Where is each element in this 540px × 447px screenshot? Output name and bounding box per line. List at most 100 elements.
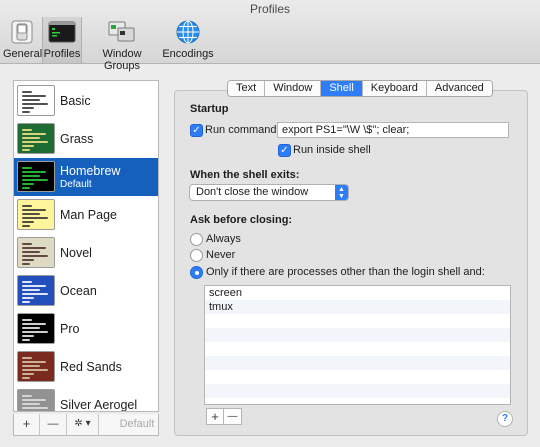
thumbnail-text-line — [22, 377, 30, 379]
run-inside-shell-checkbox[interactable]: ✓ — [278, 144, 291, 157]
remove-process-button[interactable]: — — [224, 409, 241, 424]
chevron-updown-icon: ▲ ▼ — [335, 185, 348, 200]
thumbnail-text-line — [22, 221, 34, 223]
add-process-button[interactable]: + — [207, 409, 225, 424]
profile-thumbnail — [17, 237, 55, 268]
shell-exit-popup[interactable]: Don't close the window ▲ ▼ — [189, 184, 349, 201]
radio-only-if-processes[interactable] — [190, 266, 203, 279]
thumbnail-text-line — [22, 91, 32, 93]
profile-item-novel[interactable]: Novel — [14, 234, 158, 272]
empty-row — [205, 328, 510, 342]
tab-text[interactable]: Text — [228, 81, 266, 96]
profile-item-grass[interactable]: Grass — [14, 120, 158, 158]
shell-exit-selected: Don't close the window — [196, 186, 309, 198]
toolbar-window-groups-label: Window Groups — [102, 48, 142, 72]
add-profile-button[interactable]: + — [14, 414, 40, 435]
profile-list: Basic Grass Homebrew Default Man Page No… — [13, 80, 159, 412]
tab-shell[interactable]: Shell — [321, 81, 363, 96]
gear-menu-button[interactable]: ✲ ▾ — [67, 414, 99, 435]
empty-row — [205, 370, 510, 384]
help-button[interactable]: ? — [497, 411, 513, 427]
radio-never[interactable] — [190, 249, 203, 262]
toolbar-window-groups[interactable]: Window Groups — [84, 17, 160, 72]
thumbnail-text-line — [22, 293, 48, 295]
tab-window[interactable]: Window — [265, 81, 322, 96]
tab-advanced[interactable]: Advanced — [426, 81, 492, 96]
window-toolbar: Profiles General Profiles Window Groups — [0, 0, 540, 72]
profile-item-ocean[interactable]: Ocean — [14, 272, 158, 310]
tab-keyboard[interactable]: Keyboard — [362, 81, 427, 96]
empty-row — [205, 384, 510, 398]
thumbnail-text-line — [22, 301, 30, 303]
thumbnail-text-line — [22, 255, 48, 257]
profile-thumbnail — [17, 161, 55, 192]
remove-profile-button[interactable]: — — [40, 414, 67, 435]
profile-item-red-sands[interactable]: Red Sands — [14, 348, 158, 386]
thumbnail-text-line — [22, 103, 48, 105]
thumbnail-text-line — [22, 175, 40, 177]
thumbnail-text-line — [22, 259, 34, 261]
radio-always[interactable] — [190, 233, 203, 246]
toolbar-encodings-label: Encodings — [162, 48, 214, 60]
run-command-label: Run command: — [205, 124, 280, 136]
thumbnail-text-line — [22, 399, 46, 401]
profile-list-toolbar: + — ✲ ▾ Default — [13, 414, 159, 436]
process-list[interactable]: screen tmux — [204, 285, 511, 405]
profile-item-pro[interactable]: Pro — [14, 310, 158, 348]
profile-thumbnail — [17, 275, 55, 306]
thumbnail-text-line — [22, 369, 48, 371]
profile-item-basic[interactable]: Basic — [14, 82, 158, 120]
thumbnail-text-line — [22, 225, 30, 227]
radio-only-if-processes-label: Only if there are processes other than t… — [206, 266, 485, 278]
thumbnail-text-line — [22, 107, 34, 109]
thumbnail-text-line — [22, 395, 32, 397]
thumbnail-text-line — [22, 407, 48, 409]
thumbnail-text-line — [22, 141, 48, 143]
profile-item-man-page[interactable]: Man Page — [14, 196, 158, 234]
thumbnail-text-line — [22, 187, 30, 189]
thumbnail-text-line — [22, 129, 32, 131]
thumbnail-text-line — [22, 217, 48, 219]
thumbnail-text-line — [22, 327, 40, 329]
profile-name: Silver Aerogel — [60, 398, 138, 412]
set-default-button[interactable]: Default — [114, 414, 160, 435]
thumbnail-text-line — [22, 179, 48, 181]
radio-always-label: Always — [206, 233, 241, 245]
thumbnail-text-line — [22, 339, 30, 341]
run-command-checkbox[interactable]: ✓ — [190, 124, 203, 137]
globe-icon — [176, 20, 200, 44]
list-item[interactable]: tmux — [205, 300, 510, 314]
thumbnail-text-line — [22, 137, 40, 139]
thumbnail-text-line — [22, 183, 34, 185]
thumbnail-text-line — [22, 297, 34, 299]
list-item[interactable]: screen — [205, 286, 510, 300]
empty-row — [205, 356, 510, 370]
radio-never-label: Never — [206, 249, 236, 261]
profile-thumbnail — [17, 389, 55, 412]
empty-row — [205, 342, 510, 356]
profile-thumbnail — [17, 85, 55, 116]
toolbar-encodings[interactable]: Encodings — [162, 17, 214, 63]
shell-exit-heading: When the shell exits: — [190, 169, 300, 181]
general-switch-icon — [11, 20, 33, 44]
thumbnail-text-line — [22, 361, 46, 363]
thumbnail-text-line — [22, 213, 40, 215]
profile-item-silver-aerogel[interactable]: Silver Aerogel — [14, 386, 158, 412]
toolbar-profiles-label: Profiles — [43, 48, 81, 60]
command-input[interactable]: export PS1="\W \$"; clear; — [277, 122, 509, 138]
run-inside-shell-label: Run inside shell — [293, 144, 371, 156]
thumbnail-text-line — [22, 263, 30, 265]
thumbnail-text-line — [22, 145, 34, 147]
toolbar-general[interactable]: General — [3, 17, 42, 63]
profile-item-homebrew[interactable]: Homebrew Default — [14, 158, 158, 196]
startup-heading: Startup — [190, 103, 229, 115]
thumbnail-text-line — [22, 335, 34, 337]
thumbnail-text-line — [22, 247, 46, 249]
thumbnail-text-line — [22, 403, 40, 405]
thumbnail-text-line — [22, 411, 34, 412]
profile-thumbnail — [17, 351, 55, 382]
toolbar-profiles[interactable]: Profiles — [42, 17, 82, 63]
profile-name: Homebrew — [60, 164, 121, 178]
profile-name: Man Page — [60, 208, 117, 222]
thumbnail-text-line — [22, 99, 40, 101]
